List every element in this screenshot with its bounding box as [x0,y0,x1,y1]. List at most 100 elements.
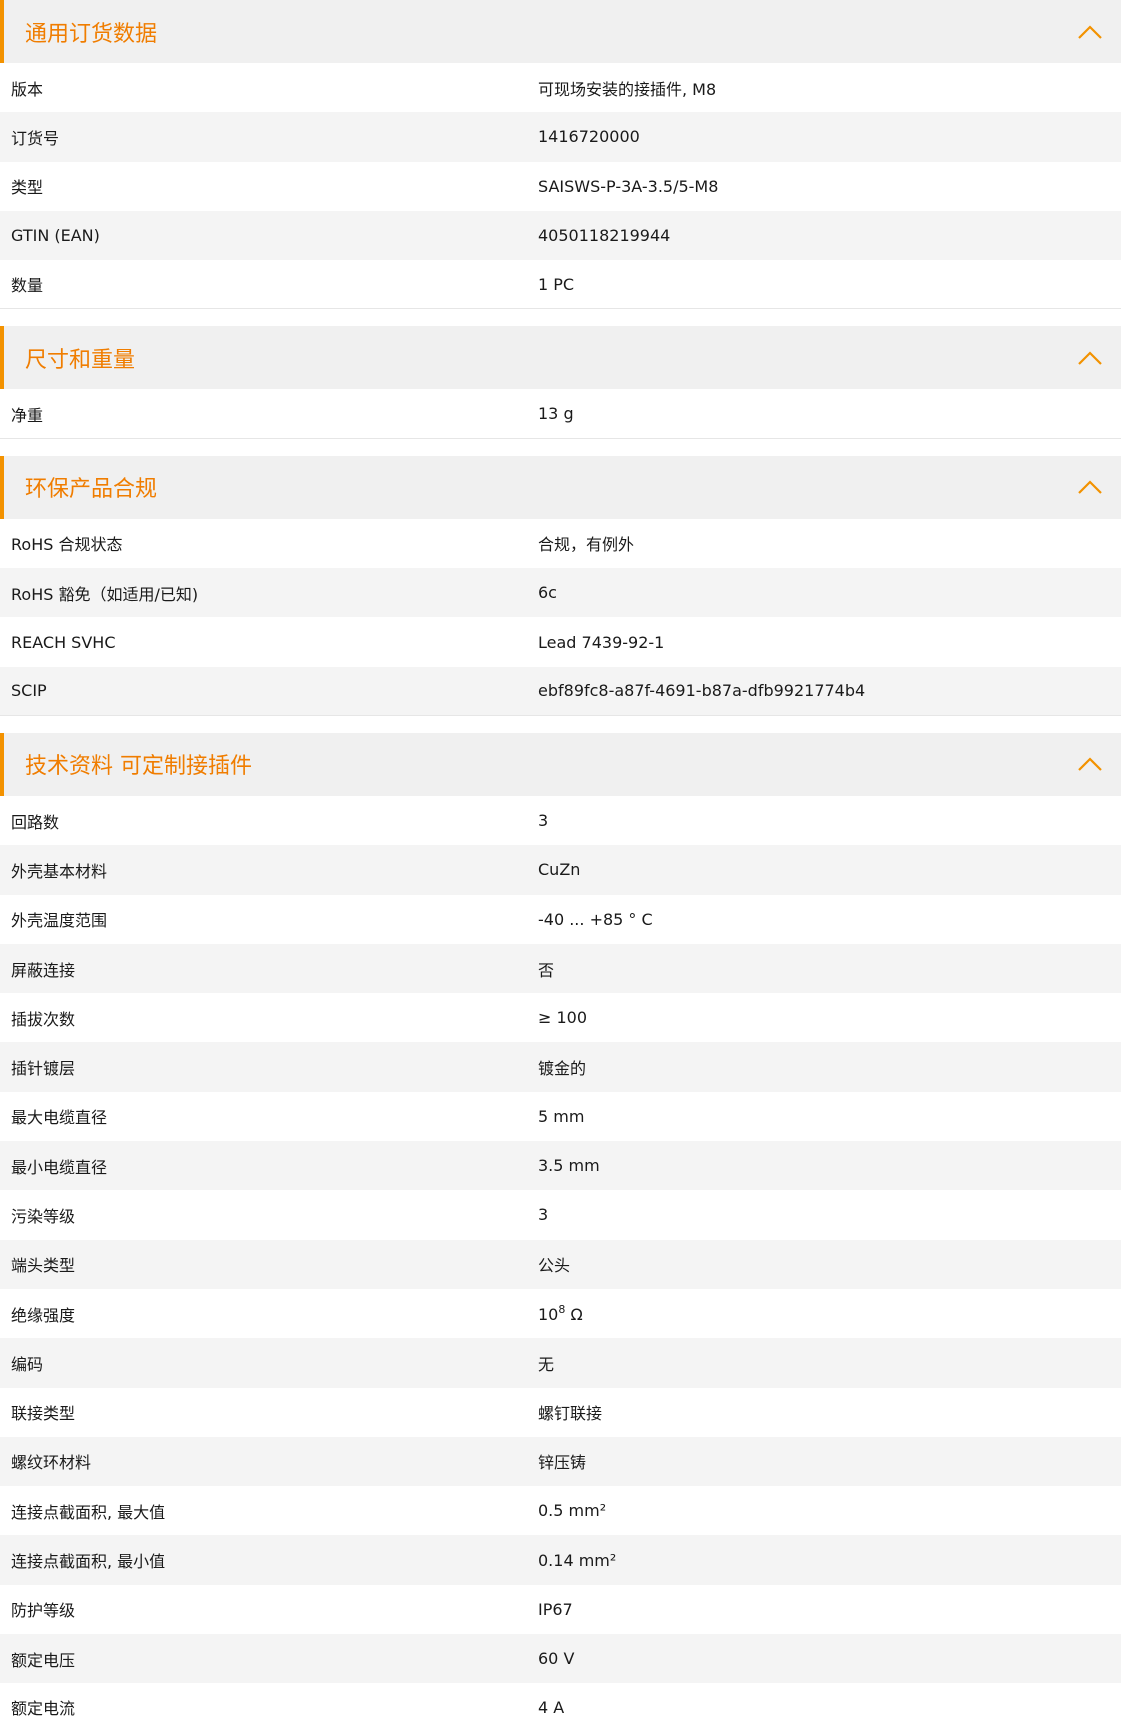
row-value: 0.5 mm² [538,1501,607,1521]
row-value: 合规，有例外 [538,535,635,555]
section-header[interactable]: 通用订货数据 [0,0,1121,63]
table-row: RoHS 豁免（如适用/已知) 6c [0,568,1121,618]
row-value: 4 A [538,1697,565,1717]
table-row: 类型 SAISWS-P-3A-3.5/5-M8 [0,161,1121,211]
row-label: 额定电压 [11,1650,76,1670]
row-value: -40 ... +85 ° C [538,909,653,929]
row-label: 端头类型 [11,1256,76,1276]
row-label: 类型 [11,178,44,198]
section-header[interactable]: 尺寸和重量 [0,326,1121,390]
table-row: RoHS 合规状态 合规，有例外 [0,518,1121,569]
row-value: 1416720000 [538,127,640,147]
row-label: 编码 [11,1354,44,1374]
row-label: 净重 [11,405,44,425]
row-label: 外壳基本材料 [11,861,108,881]
row-label: 最大电缆直径 [11,1108,108,1128]
row-label: SCIP [11,681,47,701]
table-row: GTIN (EAN) 4050118219944 [0,210,1121,261]
row-value: ≥ 100 [538,1008,588,1028]
table-row: 屏蔽连接 否 [0,943,1121,994]
table-row: 插针镀层 镀金的 [0,1042,1121,1092]
table-row: 外壳温度范围 -40 ... +85 ° C [0,894,1121,944]
section-title: 环保产品合规 [25,477,158,503]
table-row: 连接点截面积, 最大值 0.5 mm² [0,1486,1121,1536]
chevron-up-icon[interactable] [1071,13,1109,51]
table-row: 最小电缆直径 3.5 mm [0,1141,1121,1191]
section-title: 尺寸和重量 [25,347,136,373]
row-value: 5 mm [538,1106,585,1126]
row-value: 3.5 mm [538,1156,600,1176]
section-s2: 环保产品合规 RoHS 合规状态 合规，有例外 RoHS 豁免（如适用/已知) 6c RE… [0,455,1121,716]
section-header[interactable]: 环保产品合规 [0,455,1121,519]
row-label: 插拔次数 [11,1009,76,1029]
row-label: 订货号 [11,128,60,148]
row-value: 否 [538,960,555,980]
row-label: RoHS 合规状态 [11,535,123,555]
section-s1: 尺寸和重量净重 13 g [0,326,1121,439]
section-title: 通用订货数据 [25,21,158,47]
table-row: 端头类型 公头 [0,1239,1121,1289]
row-value: 3 [538,1205,549,1225]
row-value: 108 Ω [538,1303,1121,1324]
table-row: 外壳基本材料 CuZn [0,845,1121,895]
row-value: 镀金的 [538,1059,587,1079]
section-s0: 通用订货数据版本 可现场安装的接插件, M8 订货号 1416720000 类型 SAIS… [0,0,1121,310]
row-value: 锌压铸 [538,1453,587,1473]
row-label: 额定电流 [11,1699,76,1719]
row-label: 回路数 [11,812,60,832]
row-value: 13 g [538,404,574,424]
table-row: SCIP ebf89fc8-a87f-4691-b87a-dfb9921774b4 [0,666,1121,716]
row-label: GTIN (EAN) [11,226,100,246]
section-rows: 回路数 3 外壳基本材料 CuZn 外壳温度范围 -40 ... +85 ° C 屏蔽连接 否… [0,795,1121,1729]
row-label: 版本 [11,79,44,99]
row-value: 4050118219944 [538,226,671,246]
table-row: 联接类型 螺钉联接 [0,1387,1121,1437]
row-value: SAISWS-P-3A-3.5/5-M8 [538,176,719,196]
row-label: 外壳温度范围 [11,911,108,931]
row-label: 防护等级 [11,1601,76,1621]
table-row: 绝缘强度 108 Ω [0,1288,1121,1339]
row-value: 0.14 mm² [538,1550,617,1570]
row-value: ebf89fc8-a87f-4691-b87a-dfb9921774b4 [538,681,866,701]
product-data-page: 通用订货数据版本 可现场安装的接插件, M8 订货号 1416720000 类型 SAIS… [0,0,1121,1729]
table-row: 螺纹环材料 锌压铸 [0,1436,1121,1487]
table-row: 订货号 1416720000 [0,112,1121,162]
row-label: REACH SVHC [11,632,116,652]
row-value: 无 [538,1354,555,1374]
row-label: RoHS 豁免（如适用/已知) [11,584,199,604]
row-label: 连接点截面积, 最小值 [11,1552,166,1572]
section-s3: 技术资料 可定制接插件 回路数 3 外壳基本材料 CuZn 外壳温度范围 -40 ... +… [0,732,1121,1729]
row-value: 可现场安装的接插件, M8 [538,79,717,99]
table-row: 编码 无 [0,1338,1121,1388]
table-row: 连接点截面积, 最小值 0.14 mm² [0,1535,1121,1585]
section-title: 技术资料 可定制接插件 [25,754,252,780]
row-value: CuZn [538,860,581,880]
table-row: 数量 1 PC [0,260,1121,310]
chevron-up-icon[interactable] [1071,468,1109,506]
table-row: 版本 可现场安装的接插件, M8 [0,63,1121,113]
row-label: 最小电缆直径 [11,1157,108,1177]
section-rows: RoHS 合规状态 合规，有例外 RoHS 豁免（如适用/已知) 6c REACH SV… [0,518,1121,716]
table-row: 防护等级 IP67 [0,1584,1121,1635]
value-base: 10 [538,1305,559,1325]
row-label: 绝缘强度 [11,1305,76,1325]
chevron-up-icon[interactable] [1071,339,1109,377]
section-rows: 净重 13 g [0,389,1121,439]
row-value: IP67 [538,1599,573,1619]
row-label: 数量 [11,276,44,296]
row-label: 污染等级 [11,1206,76,1226]
table-row: REACH SVHC Lead 7439-92-1 [0,617,1121,667]
table-row: 污染等级 3 [0,1190,1121,1240]
table-row: 回路数 3 [0,795,1121,846]
row-value: Lead 7439-92-1 [538,632,665,652]
section-rows: 版本 可现场安装的接插件, M8 订货号 1416720000 类型 SAISWS-P-3… [0,63,1121,310]
table-row: 额定电压 60 V [0,1634,1121,1684]
row-label: 插针镀层 [11,1059,76,1079]
table-row: 净重 13 g [0,389,1121,439]
row-value: 1 PC [538,274,575,294]
row-value: 60 V [538,1649,575,1669]
chevron-up-icon[interactable] [1071,745,1109,783]
section-header[interactable]: 技术资料 可定制接插件 [0,732,1121,796]
value-unit: Ω [565,1305,583,1325]
row-label: 屏蔽连接 [11,960,76,980]
